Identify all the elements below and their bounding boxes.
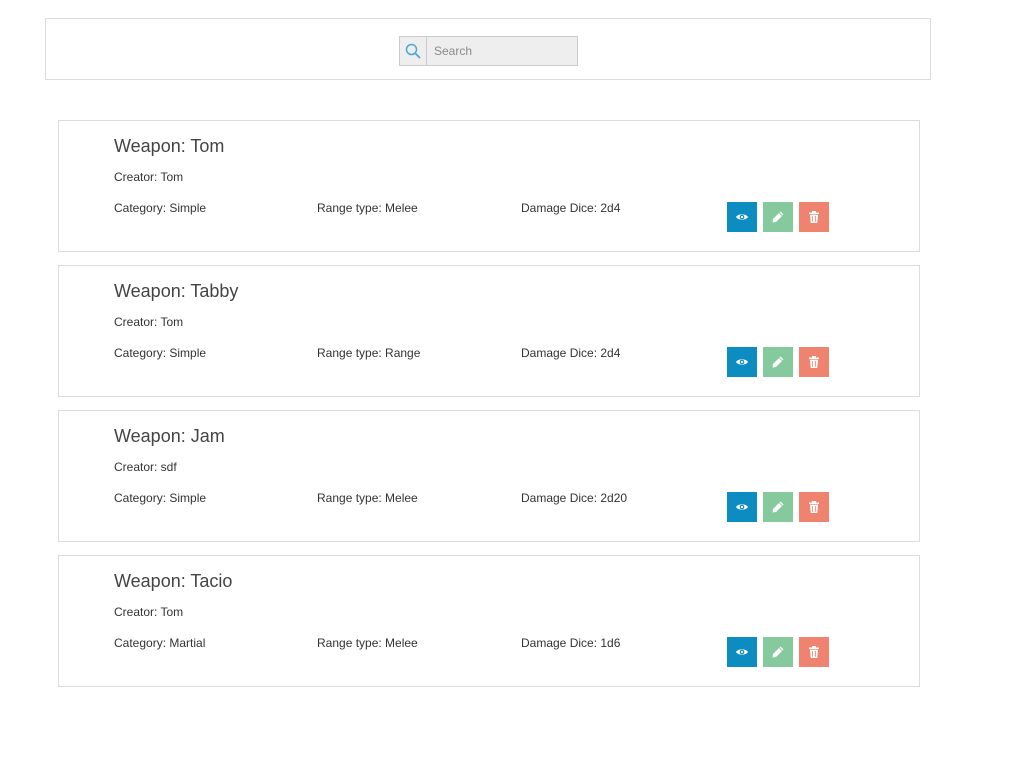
edit-button[interactable] xyxy=(763,492,793,522)
view-button[interactable] xyxy=(727,492,757,522)
weapon-creator: Creator: Tom xyxy=(114,315,184,329)
trash-icon xyxy=(809,211,819,223)
weapon-damage-dice: Damage Dice: 2d4 xyxy=(521,201,621,215)
weapon-title: Weapon: Jam xyxy=(114,426,225,446)
weapon-card: Weapon: Tabby Creator: Tom Category: Sim… xyxy=(58,265,920,397)
pencil-icon xyxy=(772,211,784,223)
delete-button[interactable] xyxy=(799,637,829,667)
view-button[interactable] xyxy=(727,202,757,232)
pencil-icon xyxy=(772,356,784,368)
trash-icon xyxy=(809,646,819,658)
weapon-category: Category: Martial xyxy=(114,636,206,650)
weapon-range-type: Range type: Range xyxy=(317,346,421,360)
weapon-creator: Creator: Tom xyxy=(114,170,184,184)
delete-button[interactable] xyxy=(799,347,829,377)
pencil-icon xyxy=(772,646,784,658)
search-group xyxy=(399,36,578,66)
search-icon[interactable] xyxy=(399,36,427,66)
edit-button[interactable] xyxy=(763,637,793,667)
trash-icon xyxy=(809,356,819,368)
view-button[interactable] xyxy=(727,347,757,377)
weapon-category: Category: Simple xyxy=(114,491,207,505)
weapon-creator: Creator: Tom xyxy=(114,605,184,619)
weapon-card: Weapon: Tom Creator: Tom Category: Simpl… xyxy=(58,120,920,252)
pencil-icon xyxy=(772,501,784,513)
weapon-damage-dice: Damage Dice: 2d4 xyxy=(521,346,621,360)
eye-icon xyxy=(736,649,748,655)
weapon-range-type: Range type: Melee xyxy=(317,201,418,215)
weapon-title: Weapon: Tabby xyxy=(114,281,239,301)
search-panel xyxy=(45,18,931,80)
trash-icon xyxy=(809,501,819,513)
edit-button[interactable] xyxy=(763,347,793,377)
delete-button[interactable] xyxy=(799,202,829,232)
weapon-creator: Creator: sdf xyxy=(114,460,177,474)
weapon-card: Weapon: Tacio Creator: Tom Category: Mar… xyxy=(58,555,920,687)
weapon-category: Category: Simple xyxy=(114,201,207,215)
weapon-category: Category: Simple xyxy=(114,346,207,360)
weapon-damage-dice: Damage Dice: 1d6 xyxy=(521,636,621,650)
weapon-title: Weapon: Tom xyxy=(114,136,225,156)
eye-icon xyxy=(736,214,748,220)
view-button[interactable] xyxy=(727,637,757,667)
weapon-damage-dice: Damage Dice: 2d20 xyxy=(521,491,628,505)
weapon-range-type: Range type: Melee xyxy=(317,491,418,505)
weapon-actions xyxy=(727,347,829,377)
weapon-actions xyxy=(727,202,829,232)
weapon-range-type: Range type: Melee xyxy=(317,636,418,650)
weapon-actions xyxy=(727,637,829,667)
search-input[interactable] xyxy=(427,36,578,66)
weapon-title: Weapon: Tacio xyxy=(114,571,233,591)
delete-button[interactable] xyxy=(799,492,829,522)
eye-icon xyxy=(736,359,748,365)
weapon-actions xyxy=(727,492,829,522)
edit-button[interactable] xyxy=(763,202,793,232)
weapon-card: Weapon: Jam Creator: sdf Category: Simpl… xyxy=(58,410,920,542)
eye-icon xyxy=(736,504,748,510)
